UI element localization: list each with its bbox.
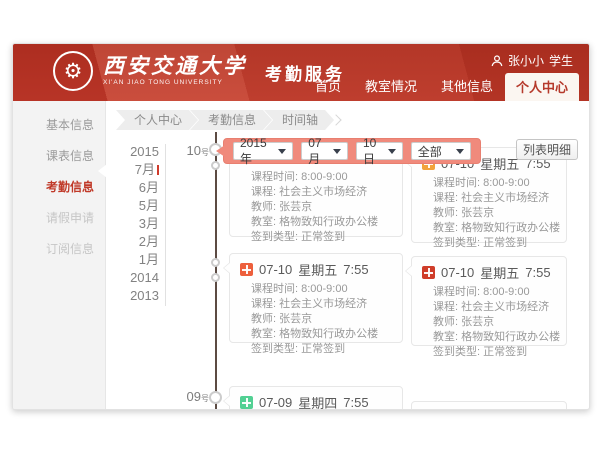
card-title: 07-09星期四7:55 (230, 387, 402, 410)
breadcrumb: 个人中心 考勤信息 时间轴 (116, 110, 340, 130)
type-select[interactable]: 全部 (411, 142, 471, 160)
timeline-scale: 2015 7月 6月 5月 3月 2月 1月 2014 2013 (111, 143, 159, 305)
timeline-node (211, 258, 220, 267)
university-name: 西安交通大学 XI'AN JIAO TONG UNIVERSITY (103, 56, 247, 87)
nav-item-other-info[interactable]: 其他信息 (429, 72, 505, 101)
scale-jun[interactable]: 6月 (111, 179, 159, 197)
card-line: 教师: 张芸京 (230, 200, 402, 215)
card-line: 课程: 社会主义市场经济 (230, 297, 402, 312)
scale-2015[interactable]: 2015 (111, 143, 159, 161)
sidebar: 基本信息 课表信息 考勤信息 请假申请 订阅信息 (13, 101, 106, 409)
card-line: 教室: 格物致知行政办公楼 (230, 215, 402, 230)
sidebar-item-schedule-info[interactable]: 课表信息 (13, 140, 105, 171)
person-icon (491, 55, 503, 67)
attendance-app-window: ⚙ 西安交通大学 XI'AN JIAO TONG UNIVERSITY 考勤服务… (12, 43, 590, 410)
card-line: 签到类型: 正常签到 (230, 342, 402, 357)
scale-jan[interactable]: 1月 (111, 251, 159, 269)
attendance-card[interactable]: 07-10星期五7:55 课程时间: 8:00-9:00 课程: 社会主义市场经… (229, 253, 403, 343)
active-item-notch (98, 164, 107, 178)
attendance-card[interactable]: 07-09星期四7:55 课程时间: 8:00-9:00 (229, 386, 403, 410)
breadcrumb-attendance-info[interactable]: 考勤信息 (190, 110, 272, 130)
caret-down-icon (456, 149, 464, 154)
year-select[interactable]: 2015年 (233, 142, 293, 160)
card-line: 课程时间: 8:00-9:00 (412, 285, 566, 300)
sidebar-item-basic-info[interactable]: 基本信息 (13, 109, 105, 140)
card-title: 07-10星期五7:55 (412, 257, 566, 285)
list-detail-button[interactable]: 列表明细 (516, 139, 578, 160)
university-name-cn: 西安交通大学 (103, 56, 247, 77)
scale-feb[interactable]: 2月 (111, 233, 159, 251)
scale-may[interactable]: 5月 (111, 197, 159, 215)
nav-item-classrooms[interactable]: 教室情况 (353, 72, 429, 101)
scale-divider (165, 144, 166, 306)
card-arrow (405, 265, 412, 277)
main-nav: 首页 教室情况 其他信息 个人中心 (303, 72, 579, 101)
card-line: 课程: 社会主义市场经济 (230, 185, 402, 200)
signin-type-icon (240, 263, 253, 276)
caret-down-icon (333, 149, 341, 154)
card-line: 教室: 格物致知行政办公楼 (230, 327, 402, 342)
day-select[interactable]: 10日 (356, 142, 403, 160)
caret-down-icon (388, 149, 396, 154)
card-line: 教师: 张芸京 (412, 206, 566, 221)
card-arrow (223, 262, 230, 274)
signin-type-icon (240, 396, 253, 409)
timeline-node (209, 391, 222, 404)
app-header: ⚙ 西安交通大学 XI'AN JIAO TONG UNIVERSITY 考勤服务… (13, 44, 589, 101)
caret-down-icon (278, 149, 286, 154)
attendance-card-clipped[interactable] (411, 401, 567, 410)
timeline-node (211, 273, 220, 282)
chevron-right-icon (330, 114, 341, 125)
card-line: 签到类型: 正常签到 (412, 345, 566, 360)
card-line: 教师: 张芸京 (412, 315, 566, 330)
card-line: 课程: 社会主义市场经济 (412, 300, 566, 315)
scale-mar[interactable]: 3月 (111, 215, 159, 233)
card-line: 签到类型: 正常签到 (412, 236, 566, 251)
card-arrow (223, 395, 230, 407)
attendance-card[interactable]: 07-10星期五7:55 课程时间: 8:00-9:00 课程: 社会主义市场经… (411, 256, 567, 346)
day-marker-09: 09号 (171, 389, 209, 404)
day-marker-10: 10号 (171, 143, 209, 158)
card-line: 课程时间: 8:00-9:00 (230, 282, 402, 297)
nav-item-home[interactable]: 首页 (303, 72, 353, 101)
breadcrumb-personal-center[interactable]: 个人中心 (116, 110, 198, 130)
filter-banner: 2015年 07月 10日 全部 (223, 138, 481, 164)
card-line: 课程: 社会主义市场经济 (412, 191, 566, 206)
card-line: 教室: 格物致知行政办公楼 (412, 330, 566, 345)
active-month-cursor (157, 165, 159, 175)
timeline-node (211, 161, 220, 170)
sidebar-item-subscription-info[interactable]: 订阅信息 (13, 233, 105, 264)
sidebar-item-attendance-info[interactable]: 考勤信息 (13, 171, 105, 202)
user-role: 学生 (549, 52, 573, 69)
card-title: 07-10星期五7:55 (230, 254, 402, 282)
brand-block: ⚙ 西安交通大学 XI'AN JIAO TONG UNIVERSITY 考勤服务 (53, 51, 345, 91)
signin-type-icon (422, 266, 435, 279)
timeline-line (215, 132, 217, 409)
card-line: 课程时间: 8:00-9:00 (230, 170, 402, 185)
user-info[interactable]: 张小小 学生 (491, 52, 573, 69)
scale-jul[interactable]: 7月 (111, 161, 159, 179)
card-line: 签到类型: 正常签到 (230, 230, 402, 245)
nav-item-personal-center[interactable]: 个人中心 (505, 73, 579, 101)
card-line: 教师: 张芸京 (230, 312, 402, 327)
university-emblem-icon: ⚙ (53, 51, 93, 91)
sidebar-item-leave-request[interactable]: 请假申请 (13, 202, 105, 233)
card-line: 教室: 格物致知行政办公楼 (412, 221, 566, 236)
scale-2014[interactable]: 2014 (111, 269, 159, 287)
breadcrumb-timeline[interactable]: 时间轴 (264, 110, 334, 130)
user-name: 张小小 (508, 52, 544, 69)
card-line: 课程时间: 8:00-9:00 (412, 176, 566, 191)
month-select[interactable]: 07月 (301, 142, 348, 160)
university-name-en: XI'AN JIAO TONG UNIVERSITY (103, 80, 247, 87)
scale-2013[interactable]: 2013 (111, 287, 159, 305)
